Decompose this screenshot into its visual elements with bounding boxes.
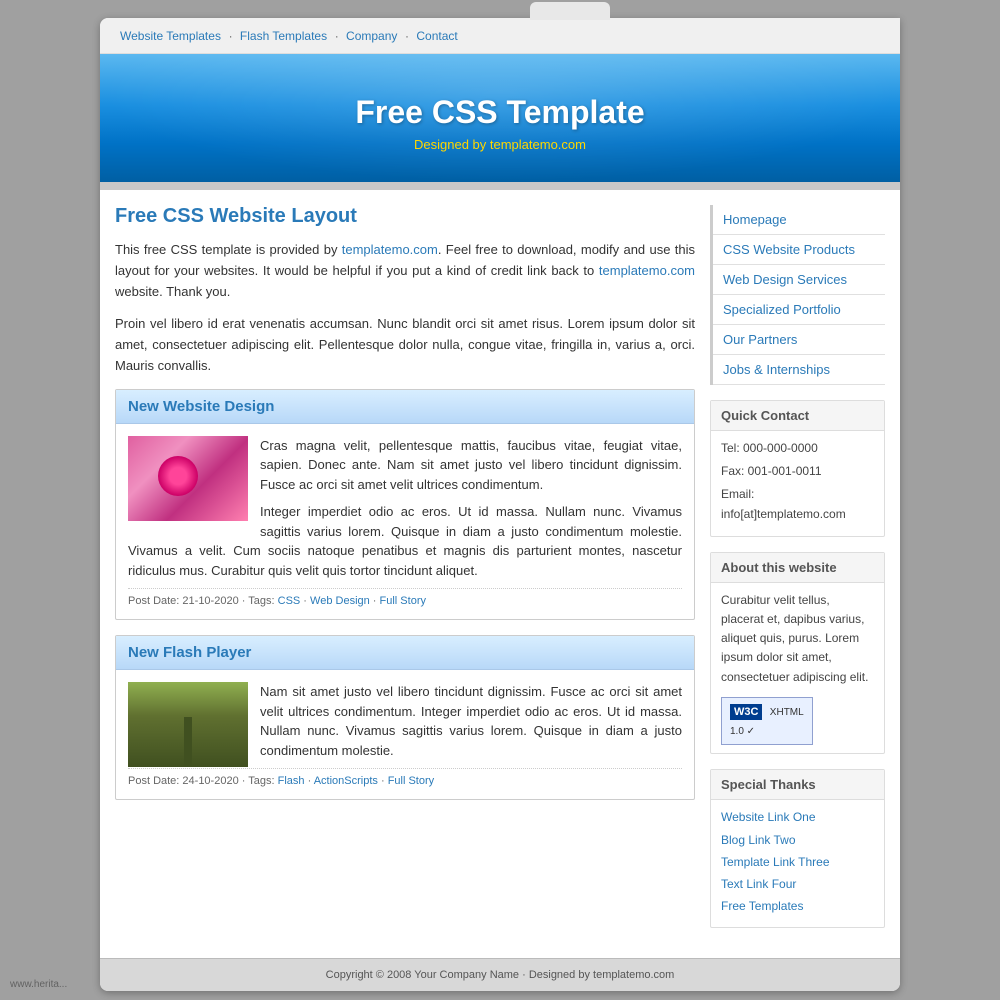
- nav-separator-1: ·: [229, 29, 236, 43]
- sidebar-item-web-design[interactable]: Web Design Services: [713, 265, 885, 295]
- sidebar-about: About this website Curabitur velit tellu…: [710, 552, 885, 755]
- intro-link-1[interactable]: templatemo.com: [342, 242, 438, 257]
- nav-link-contact[interactable]: Contact: [416, 29, 457, 43]
- article-1-tags-label: Tags:: [248, 595, 274, 607]
- sidebar-item-partners[interactable]: Our Partners: [713, 325, 885, 355]
- page-heading: Free CSS Website Layout: [115, 205, 695, 228]
- thanks-link-2[interactable]: Blog Link Two: [721, 831, 874, 850]
- article-2-tag-actionscripts[interactable]: ActionScripts: [314, 775, 378, 787]
- article-1-meta: Post Date: 21-10-2020 · Tags: CSS · Web …: [128, 588, 682, 607]
- article-2-tags-label: Tags:: [248, 775, 274, 787]
- sidebar-special-thanks: Special Thanks Website Link One Blog Lin…: [710, 769, 885, 928]
- quick-contact-title: Quick Contact: [711, 401, 884, 431]
- article-image-2: [128, 682, 248, 767]
- sidebar-quick-contact: Quick Contact Tel: 000-000-0000 Fax: 001…: [710, 400, 885, 537]
- thanks-link-4[interactable]: Text Link Four: [721, 875, 874, 894]
- contact-fax: Fax: 001-001-0011: [721, 462, 874, 481]
- article-2-tag-fullstory[interactable]: Full Story: [388, 775, 434, 787]
- footer: Copyright © 2008 Your Company Name · Des…: [100, 958, 900, 991]
- special-thanks-content: Website Link One Blog Link Two Template …: [711, 800, 884, 927]
- article-body-1: Cras magna velit, pellentesque mattis, f…: [116, 424, 694, 620]
- top-nav: Website Templates · Flash Templates · Co…: [100, 18, 900, 54]
- sidebar-item-homepage[interactable]: Homepage: [713, 205, 885, 235]
- flower-image: [128, 436, 248, 521]
- article-title-2: New Flash Player: [128, 644, 682, 661]
- contact-tel: Tel: 000-000-0000: [721, 439, 874, 458]
- article-website-design: New Website Design Cras magna velit, pel…: [115, 389, 695, 621]
- intro-link-2[interactable]: templatemo.com: [599, 263, 695, 278]
- plant-image: [128, 682, 248, 767]
- contact-email: Email: info[at]templatemo.com: [721, 485, 874, 523]
- w3c-badge: W3C XHTML1.0 ✓: [721, 697, 813, 746]
- about-content: Curabitur velit tellus, placerat et, dap…: [711, 583, 884, 754]
- thanks-link-1[interactable]: Website Link One: [721, 808, 874, 827]
- quick-contact-content: Tel: 000-000-0000 Fax: 001-001-0011 Emai…: [711, 431, 884, 536]
- thanks-link-3[interactable]: Template Link Three: [721, 853, 874, 872]
- intro-text-end: website. Thank you.: [115, 284, 230, 299]
- intro-text-before: This free CSS template is provided by: [115, 242, 342, 257]
- main-container: Website Templates · Flash Templates · Co…: [100, 18, 900, 991]
- nav-separator-2: ·: [335, 29, 342, 43]
- main-content: Free CSS Website Layout This free CSS te…: [115, 205, 695, 943]
- article-1-tag-css[interactable]: CSS: [278, 595, 301, 607]
- header-banner: Free CSS Template Designed by templatemo…: [100, 54, 900, 182]
- tab-top: [530, 2, 610, 20]
- article-1-tag-fullstory[interactable]: Full Story: [380, 595, 426, 607]
- w3c-label: W3C: [730, 704, 762, 720]
- nav-link-flash-templates[interactable]: Flash Templates: [240, 29, 327, 43]
- article-image-1: [128, 436, 248, 521]
- article-flash-player: New Flash Player Nam sit amet justo vel …: [115, 635, 695, 800]
- footer-text: Copyright © 2008 Your Company Name · Des…: [326, 969, 675, 981]
- special-thanks-title: Special Thanks: [711, 770, 884, 800]
- watermark: www.herita...: [10, 979, 67, 990]
- article-2-date: Post Date: 24-10-2020: [128, 775, 239, 787]
- sidebar: Homepage CSS Website Products Web Design…: [710, 205, 885, 943]
- about-text: Curabitur velit tellus, placerat et, dap…: [721, 591, 874, 687]
- article-2-tag-flash[interactable]: Flash: [278, 775, 305, 787]
- sidebar-item-css-products[interactable]: CSS Website Products: [713, 235, 885, 265]
- site-title: Free CSS Template: [120, 94, 880, 131]
- intro-paragraph-2: Proin vel libero id erat venenatis accum…: [115, 314, 695, 376]
- thanks-link-5[interactable]: Free Templates: [721, 897, 874, 916]
- sidebar-item-portfolio[interactable]: Specialized Portfolio: [713, 295, 885, 325]
- intro-paragraph-1: This free CSS template is provided by te…: [115, 240, 695, 302]
- nav-separator-3: ·: [405, 29, 412, 43]
- about-title: About this website: [711, 553, 884, 583]
- article-2-meta: Post Date: 24-10-2020 · Tags: Flash · Ac…: [128, 768, 682, 787]
- article-1-tag-webdesign[interactable]: Web Design: [310, 595, 370, 607]
- article-1-date: Post Date: 21-10-2020: [128, 595, 239, 607]
- article-header-2: New Flash Player: [116, 636, 694, 670]
- article-header-1: New Website Design: [116, 390, 694, 424]
- site-subtitle: Designed by templatemo.com: [120, 137, 880, 152]
- content-layout: Free CSS Website Layout This free CSS te…: [100, 190, 900, 958]
- nav-link-website-templates[interactable]: Website Templates: [120, 29, 221, 43]
- separator: [100, 182, 900, 190]
- article-title-1: New Website Design: [128, 398, 682, 415]
- article-body-2: Nam sit amet justo vel libero tincidunt …: [116, 670, 694, 799]
- sidebar-nav: Homepage CSS Website Products Web Design…: [710, 205, 885, 385]
- sidebar-item-jobs[interactable]: Jobs & Internships: [713, 355, 885, 385]
- nav-link-company[interactable]: Company: [346, 29, 397, 43]
- outer-wrapper: Website Templates · Flash Templates · Co…: [100, 0, 900, 991]
